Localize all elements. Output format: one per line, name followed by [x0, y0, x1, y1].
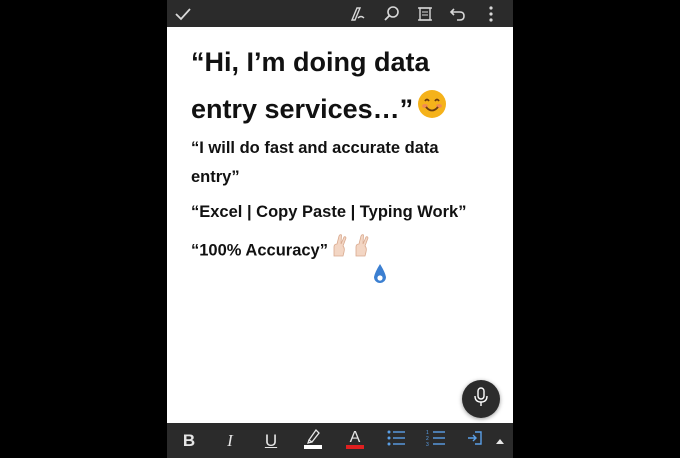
- search-icon[interactable]: [382, 4, 402, 24]
- text-cursor-handle[interactable]: [371, 263, 389, 292]
- highlight-button[interactable]: [300, 423, 326, 458]
- document-page[interactable]: “Hi, I’m doing data entry services…” “I …: [167, 27, 513, 423]
- document-heading[interactable]: “Hi, I’m doing data entry services…”: [191, 39, 501, 134]
- numbered-list-button[interactable]: 123: [424, 423, 448, 458]
- indent-button[interactable]: [463, 423, 487, 458]
- document-editor: “Hi, I’m doing data entry services…” “I …: [167, 0, 513, 458]
- smiling-face-emoji-icon: [417, 87, 447, 134]
- document-line-2[interactable]: “Excel | Copy Paste | Typing Work”: [191, 198, 491, 227]
- document-line-1[interactable]: “I will do fast and accurate data entry”: [191, 134, 491, 192]
- undo-icon[interactable]: [448, 4, 468, 24]
- fit-page-icon[interactable]: [415, 4, 435, 24]
- more-icon[interactable]: [481, 4, 501, 24]
- microphone-icon: [473, 386, 489, 412]
- caret-up-icon: [495, 432, 505, 450]
- indent-icon: [466, 429, 484, 452]
- italic-label: I: [227, 430, 233, 450]
- underline-button[interactable]: U: [259, 423, 283, 458]
- checkmark-icon[interactable]: [173, 4, 193, 24]
- svg-text:3: 3: [426, 442, 429, 447]
- italic-button[interactable]: I: [218, 423, 242, 458]
- underline-label: U: [264, 430, 278, 450]
- document-line-3[interactable]: “100% Accuracy”: [191, 234, 491, 268]
- top-toolbar: [167, 0, 513, 27]
- font-color-icon: A: [344, 426, 366, 455]
- bullet-list-icon: [386, 429, 406, 452]
- bullet-list-button[interactable]: [384, 423, 408, 458]
- pen-icon[interactable]: [348, 4, 368, 24]
- svg-text:A: A: [350, 429, 361, 446]
- highlighter-icon: [302, 426, 324, 455]
- microphone-button[interactable]: [462, 380, 500, 418]
- bold-label: B: [182, 430, 196, 450]
- format-toolbar: B I U A 123: [167, 423, 513, 458]
- font-color-button[interactable]: A: [342, 423, 368, 458]
- bold-button[interactable]: B: [177, 423, 201, 458]
- expand-toolbar-button[interactable]: [493, 423, 507, 458]
- numbered-list-icon: 123: [426, 429, 446, 452]
